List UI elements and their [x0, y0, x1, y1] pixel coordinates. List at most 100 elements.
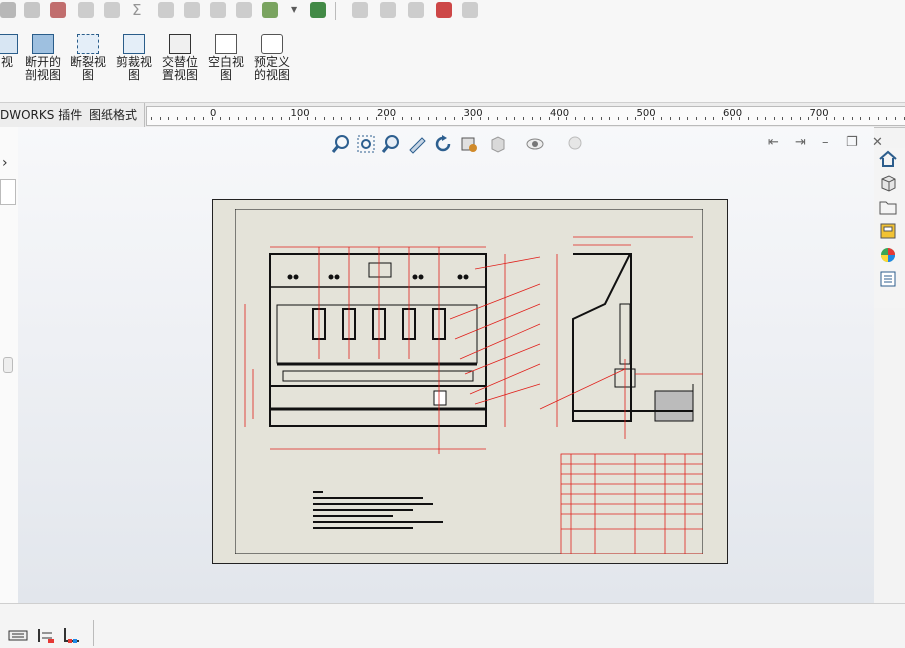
view-palette-icon[interactable] [878, 222, 898, 240]
ruler[interactable]: 0 100 200 300 400 500 600 700 [146, 106, 905, 126]
ruler-tick [237, 117, 239, 120]
appearance-icon[interactable] [878, 246, 898, 264]
forward-view-icon[interactable]: ⇥ [795, 135, 806, 150]
drawing-sheet[interactable] [212, 199, 728, 564]
maximize-icon[interactable]: ❐ [846, 135, 858, 150]
ruler-tick [843, 117, 844, 120]
toolbar-icon[interactable] [236, 2, 252, 18]
ruler-tick [176, 117, 178, 120]
toolbar-icon[interactable] [78, 2, 94, 18]
chevron-down-icon[interactable]: ▼ [291, 2, 299, 18]
section-view-icon[interactable] [406, 134, 428, 154]
ruler-tick [185, 117, 187, 120]
zoom-area-icon[interactable] [355, 134, 377, 154]
minimize-icon[interactable]: – [822, 135, 829, 150]
toolbar-icon[interactable] [352, 2, 368, 18]
break-view-button[interactable]: 断裂视 图 [65, 34, 111, 82]
task-pane-tabs [874, 148, 905, 308]
toolbar-icon[interactable] [50, 2, 66, 18]
toolbar-icon[interactable] [380, 2, 396, 18]
ruler-tick [445, 117, 447, 120]
ruler-tick [548, 117, 550, 120]
button-label: 剪裁视 图 [115, 55, 152, 82]
view-orientation-icon[interactable] [487, 134, 509, 154]
ruler-tick [808, 117, 810, 120]
ruler-tick [825, 117, 827, 120]
sheet-list-icon[interactable] [36, 626, 56, 644]
ruler-tick [592, 117, 594, 120]
tab-sheet-format[interactable]: 图纸格式 [82, 103, 146, 127]
toolbar-icon[interactable] [210, 2, 226, 18]
sheet-tabs-icon[interactable] [8, 626, 28, 644]
toolbar-icon[interactable] [462, 2, 478, 18]
rotate-icon[interactable] [432, 134, 454, 154]
properties-icon[interactable] [878, 270, 898, 288]
ruler-tick [644, 117, 646, 120]
ruler-tick [324, 117, 325, 120]
expand-arrow-icon[interactable]: › [2, 155, 8, 171]
ruler-tick [315, 117, 317, 120]
toolbar-separator [335, 2, 336, 20]
sum-icon[interactable]: Σ [132, 2, 148, 18]
ruler-tick [574, 117, 576, 120]
ribbon: 视 断开的 剖视图 断裂视 图 剪裁视 图 交替位 置视图 空白视 图 预定义 … [0, 22, 905, 102]
ruler-tick [817, 117, 819, 120]
predefined-view-button[interactable]: 预定义 的视图 [249, 34, 295, 82]
home-icon[interactable] [878, 150, 898, 168]
tree-input-stub[interactable] [0, 179, 16, 205]
feature-tree-collapsed-strip: › [0, 127, 19, 603]
check-icon[interactable] [262, 2, 278, 18]
ruler-tick [341, 117, 343, 120]
ruler-tick [791, 117, 793, 120]
front-view [269, 253, 487, 427]
ruler-tick [289, 117, 291, 120]
toolbar-icon[interactable] [408, 2, 424, 18]
broken-out-section-button[interactable]: 断开的 剖视图 [20, 34, 66, 82]
restore-view-icon[interactable]: ⇤ [768, 135, 779, 150]
ruler-tick [497, 117, 498, 120]
ruler-tick [834, 117, 836, 120]
alternate-position-view-button[interactable]: 交替位 置视图 [157, 34, 203, 82]
folder-icon[interactable] [878, 198, 898, 216]
splitter-handle[interactable] [3, 357, 13, 373]
ruler-tick [747, 117, 749, 120]
ruler-tick [194, 117, 196, 120]
3d-part-icon[interactable] [878, 174, 898, 192]
toolbar-icon[interactable] [158, 2, 174, 18]
ruler-tick [514, 117, 516, 120]
excel-icon[interactable] [310, 2, 326, 18]
zoom-to-fit-icon[interactable] [330, 134, 352, 154]
toolbar-icon[interactable] [24, 2, 40, 18]
word-icon[interactable] [436, 2, 452, 18]
ruler-tick [687, 117, 689, 120]
tab-solidworks-addins[interactable]: DWORKS 插件 [0, 103, 91, 127]
display-style-icon[interactable] [458, 134, 480, 154]
predefined-view-icon [261, 34, 283, 54]
toolbar-icon[interactable] [184, 2, 200, 18]
ruler-tick [159, 117, 161, 120]
ruler-tick [635, 117, 637, 120]
drawing-views [235, 209, 703, 554]
side-view [572, 253, 694, 422]
ruler-tick [401, 117, 403, 120]
crop-view-button[interactable]: 剪裁视 图 [111, 34, 157, 82]
ruler-tick [652, 117, 654, 120]
empty-view-button[interactable]: 空白视 图 [203, 34, 249, 82]
ruler-tick [531, 117, 533, 120]
ruler-tick [773, 117, 775, 120]
ruler-tick [557, 117, 559, 120]
toolbar-icon[interactable] [0, 2, 16, 18]
previous-view-icon[interactable] [380, 134, 402, 154]
ruler-tick [436, 117, 438, 120]
toolbar-icon[interactable] [104, 2, 120, 18]
lighting-icon[interactable] [564, 134, 586, 154]
ruler-tick [384, 117, 386, 120]
hide-show-icon[interactable] [524, 134, 546, 154]
ruler-tick [618, 117, 620, 120]
axis-icon[interactable] [62, 626, 82, 644]
ruler-tick [756, 117, 758, 120]
ruler-tick [609, 117, 611, 120]
ruler-tick [367, 117, 369, 120]
ruler-tick [272, 117, 274, 120]
top-toolbar: Σ ▼ [0, 0, 905, 23]
